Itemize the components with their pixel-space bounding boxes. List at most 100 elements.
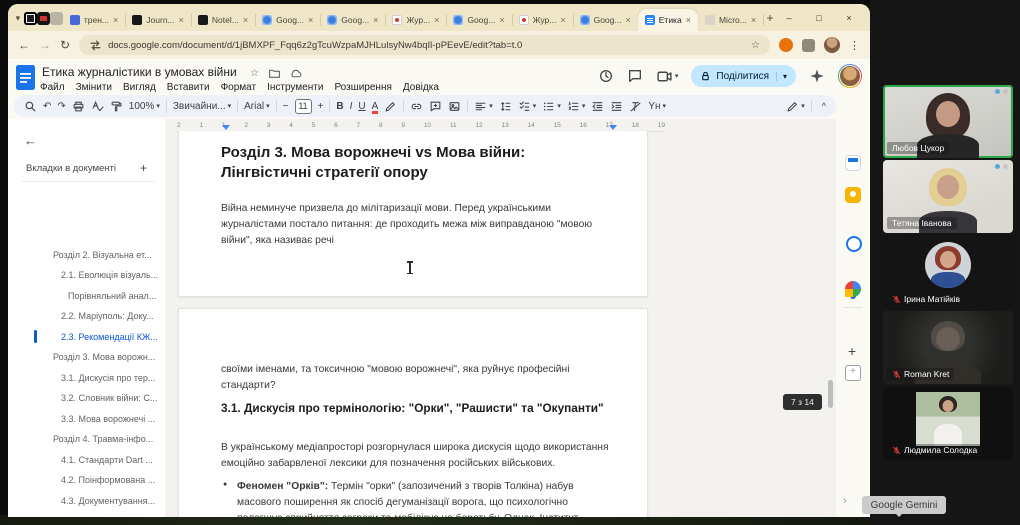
close-tab-icon[interactable]: × (499, 15, 504, 25)
pinned-tab-2[interactable] (37, 8, 50, 28)
participant-tile[interactable]: Roman Kret (883, 311, 1013, 384)
decrease-font-button[interactable]: − (283, 101, 289, 112)
outline-item[interactable]: 3.3. Мова ворожнечі ... (61, 414, 155, 424)
menu-tools[interactable]: Інструменти (267, 82, 323, 93)
share-button[interactable]: Поділитися ▾ (691, 65, 796, 87)
browser-tab-active[interactable]: Етика× (638, 9, 698, 31)
search-icon[interactable] (24, 100, 37, 113)
forward-button[interactable]: → (39, 38, 51, 52)
print-icon[interactable] (72, 100, 85, 113)
close-tab-icon[interactable]: × (625, 15, 630, 25)
participant-tile[interactable]: Любов Цукор (883, 85, 1013, 158)
browser-tab[interactable]: трен...× (63, 9, 125, 31)
close-tab-icon[interactable]: × (113, 15, 118, 25)
increase-indent-icon[interactable] (610, 100, 623, 113)
extension-icon[interactable] (779, 38, 793, 52)
participant-tile[interactable]: Тетяна Іванова (883, 160, 1013, 233)
highlight-color-icon[interactable] (384, 100, 397, 113)
close-tab-icon[interactable]: × (308, 15, 313, 25)
close-tab-icon[interactable]: × (560, 15, 565, 25)
menu-help[interactable]: Довідка (403, 82, 439, 93)
text-color-button[interactable]: A (372, 101, 379, 112)
menu-file[interactable]: Файл (40, 82, 65, 93)
keep-icon[interactable] (845, 187, 861, 203)
line-spacing-icon[interactable] (499, 100, 512, 113)
outline-item-active[interactable]: 2.3. Рекомендації КЖ... (61, 332, 158, 342)
close-tab-icon[interactable]: × (179, 15, 184, 25)
star-document-icon[interactable]: ☆ (250, 68, 259, 79)
tasks-icon[interactable] (845, 235, 861, 251)
outline-item[interactable]: 2.1. Еволюція візуаль... (61, 270, 158, 280)
outline-item[interactable]: 4.4. Безпека та психі... (61, 516, 155, 517)
indent-marker-right[interactable] (609, 125, 617, 130)
editing-mode-select[interactable]: ▾ (786, 100, 805, 113)
outline-item[interactable]: Порівняльний анал... (68, 291, 156, 301)
address-bar[interactable]: docs.google.com/document/d/1jBMXPF_Fqq6z… (79, 35, 770, 55)
close-tab-icon[interactable]: × (434, 15, 439, 25)
site-info-icon[interactable] (89, 39, 102, 52)
add-comment-icon[interactable] (429, 100, 442, 113)
document-page-8[interactable]: своїми іменами, та токсичною "мовою воро… (178, 308, 648, 517)
insert-link-icon[interactable] (410, 100, 423, 113)
underline-button[interactable]: U (358, 101, 365, 112)
vertical-scrollbar[interactable] (828, 380, 833, 408)
italic-button[interactable]: I (350, 101, 353, 112)
outline-item[interactable]: 4.2. Поінформована ... (61, 475, 155, 485)
close-window-button[interactable]: × (834, 4, 864, 31)
spellcheck-icon[interactable] (91, 100, 104, 113)
zoom-select[interactable]: 100%▾ (129, 101, 160, 112)
outline-item[interactable]: 2.2. Маріуполь: Доку... (61, 311, 154, 321)
tab-search-button[interactable]: ▾ (14, 8, 22, 28)
outline-item[interactable]: 3.2. Словник війни: С... (61, 393, 157, 403)
insert-image-icon[interactable] (448, 100, 461, 113)
pinned-tab-3[interactable] (50, 8, 63, 28)
add-tab-button[interactable]: + (140, 161, 147, 175)
browser-tab[interactable]: Жур...× (512, 9, 573, 31)
outline-item[interactable]: Розділ 4. Травма-інфо... (53, 434, 153, 444)
account-avatar[interactable] (838, 64, 862, 88)
refresh-button[interactable]: ↻ (60, 38, 70, 52)
browser-tab[interactable]: Journ...× (125, 9, 191, 31)
hide-menus-button[interactable]: ^ (822, 101, 826, 111)
close-tab-icon[interactable]: × (373, 15, 378, 25)
gemini-sparkle-icon[interactable] (809, 68, 825, 84)
extensions-puzzle-icon[interactable] (802, 39, 815, 52)
menu-insert[interactable]: Вставити (167, 82, 210, 93)
move-folder-icon[interactable] (268, 67, 281, 80)
browser-tab[interactable]: Goog...× (446, 9, 511, 31)
maximize-button[interactable]: □ (804, 4, 834, 31)
numbered-list-select[interactable]: ▾ (567, 100, 586, 113)
decrease-indent-icon[interactable] (591, 100, 604, 113)
document-title[interactable]: Етика журналістики в умовах війни (42, 65, 237, 79)
version-history-icon[interactable] (598, 68, 614, 84)
get-addons-button[interactable]: + (848, 343, 856, 359)
new-tab-button[interactable]: + (766, 8, 774, 28)
browser-tab[interactable]: Goog...× (255, 9, 320, 31)
maps-icon[interactable] (845, 281, 861, 297)
outline-item[interactable]: Розділ 3. Мова ворожн... (53, 352, 155, 362)
font-select[interactable]: Arial▾ (244, 101, 270, 112)
clear-formatting-icon[interactable] (629, 100, 642, 113)
calendar-icon[interactable] (845, 155, 861, 171)
browser-tab[interactable]: Micro...× (698, 9, 763, 31)
browser-tab[interactable]: Goog...× (320, 9, 385, 31)
close-tab-icon[interactable]: × (751, 15, 756, 25)
hide-panel-chevron[interactable]: › (843, 495, 847, 507)
bold-button[interactable]: B (336, 101, 343, 112)
undo-icon[interactable]: ↶ (43, 101, 51, 112)
checklist-select[interactable]: ▾ (518, 100, 537, 113)
pinned-tab-1[interactable] (24, 8, 37, 28)
menu-edit[interactable]: Змінити (76, 82, 112, 93)
redo-icon[interactable]: ↷ (57, 101, 65, 112)
close-tab-icon[interactable]: × (243, 15, 248, 25)
paint-format-icon[interactable] (110, 100, 123, 113)
back-button[interactable]: ← (18, 38, 30, 52)
outline-item[interactable]: 4.3. Документування... (61, 496, 155, 506)
bookmark-star-icon[interactable]: ☆ (751, 40, 760, 51)
increase-font-button[interactable]: + (318, 101, 324, 112)
close-tab-icon[interactable]: × (686, 15, 691, 25)
browser-profile-avatar[interactable] (824, 37, 840, 53)
document-page-7[interactable]: Розділ 3. Мова ворожнечі vs Мова війни: … (178, 131, 648, 297)
indent-marker-left[interactable] (222, 125, 230, 130)
align-select[interactable]: ▾ (474, 100, 493, 113)
